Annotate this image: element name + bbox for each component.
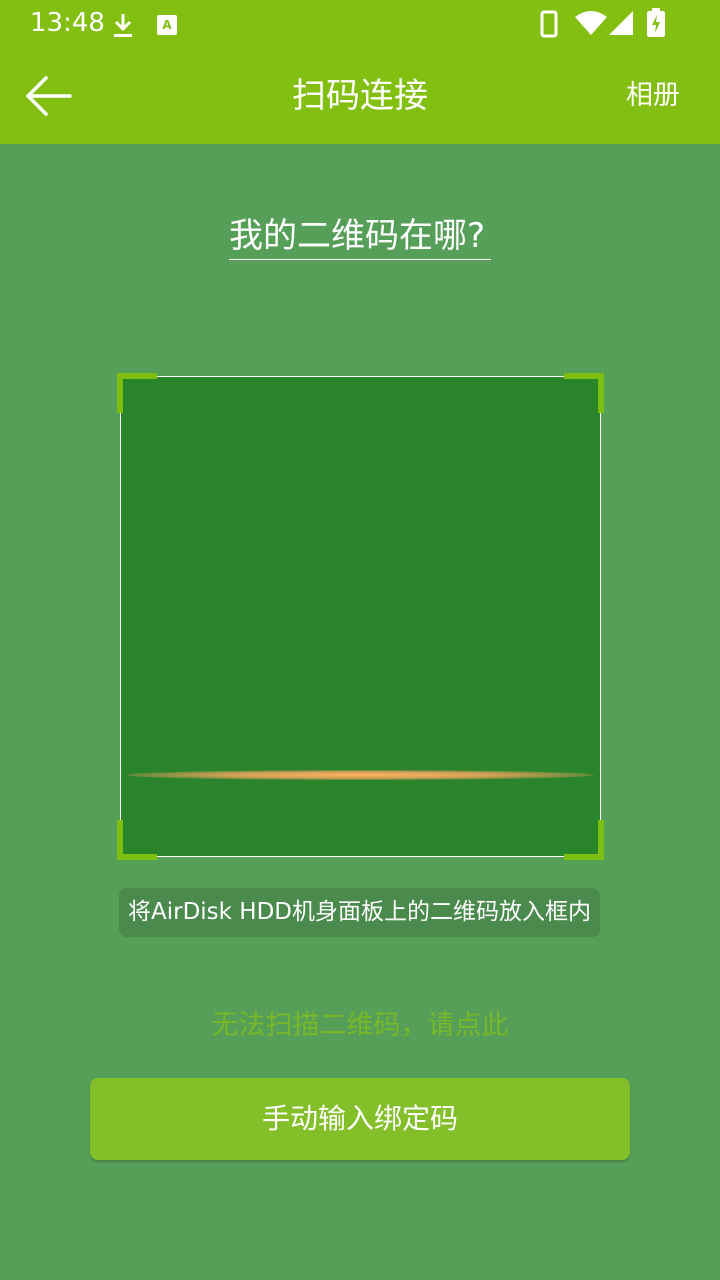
- album-button[interactable]: 相册: [626, 78, 680, 114]
- download-icon: [114, 14, 132, 37]
- manual-input-button[interactable]: 手动输入绑定码: [90, 1078, 630, 1160]
- scan-line: [127, 770, 594, 780]
- svg-text:A: A: [162, 18, 172, 32]
- scan-hint: 将AirDisk HDD机身面板上的二维码放入框内: [119, 888, 600, 937]
- page-title: 扫码连接: [292, 76, 428, 116]
- scan-corner-top-left: [117, 373, 157, 413]
- cannot-scan-row: 无法扫描二维码，请点此: [0, 1007, 720, 1045]
- status-bar: 13:48 A: [0, 0, 720, 48]
- wifi-icon: [575, 11, 607, 35]
- keyboard-a-icon: A: [157, 15, 177, 35]
- app-bar: 扫码连接 相册: [0, 48, 720, 144]
- signal-icon: [609, 11, 633, 35]
- qr-scan-frame: [117, 373, 604, 860]
- back-arrow-icon: [26, 76, 72, 116]
- scan-corner-bottom-right: [564, 820, 604, 860]
- scan-corner-top-right: [564, 373, 604, 413]
- where-is-my-qr-link[interactable]: 我的二维码在哪?: [228, 214, 492, 260]
- phone-icon: [540, 10, 558, 38]
- cannot-scan-link[interactable]: 无法扫描二维码，请点此: [212, 1010, 509, 1041]
- where-is-my-qr-link-row: 我的二维码在哪?: [0, 214, 720, 260]
- status-time: 13:48: [30, 8, 105, 38]
- back-button[interactable]: [18, 70, 78, 122]
- scan-corner-bottom-left: [117, 820, 157, 860]
- battery-charging-icon: [647, 8, 665, 37]
